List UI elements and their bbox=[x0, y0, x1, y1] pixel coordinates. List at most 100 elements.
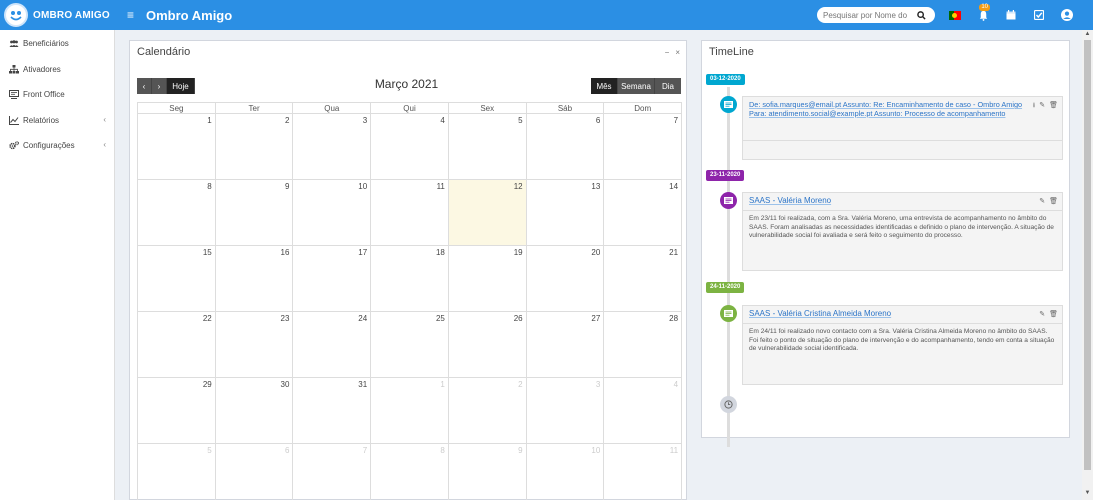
timeline-panel-title: TimeLine bbox=[709, 46, 754, 58]
calendar-day-cell[interactable]: 5 bbox=[448, 114, 527, 180]
collapse-icon[interactable]: − bbox=[665, 48, 670, 57]
calendar-weekday-header: Seg Ter Qua Qui Sex Sáb Dom bbox=[138, 103, 683, 114]
brand-name: OMBRO AMIGO bbox=[33, 9, 110, 21]
calendar-day-cell[interactable]: 2 bbox=[448, 378, 527, 444]
scrollbar-thumb[interactable] bbox=[1084, 40, 1091, 470]
sidebar-item-label: Ativadores bbox=[23, 64, 61, 74]
search-icon[interactable] bbox=[915, 9, 927, 21]
sidebar-item-front-office[interactable]: Front Office bbox=[0, 82, 114, 108]
calendar-day-cell[interactable]: 17 bbox=[293, 246, 372, 312]
calendar-day-cell[interactable]: 18 bbox=[371, 246, 449, 312]
close-icon[interactable]: × bbox=[675, 48, 680, 57]
scroll-up-icon[interactable]: ▲ bbox=[1084, 31, 1091, 38]
calendar-day-cell[interactable]: 23 bbox=[215, 312, 294, 378]
calendar-day-cell[interactable]: 8 bbox=[138, 180, 216, 246]
delete-icon[interactable]: 🗑 bbox=[1049, 197, 1058, 205]
notification-badge: 10 bbox=[979, 4, 990, 11]
view-day-button[interactable]: Dia bbox=[655, 78, 681, 94]
calendar-day-cell[interactable]: 9 bbox=[449, 444, 527, 500]
timeline-item-body: Em 23/11 foi realizada, com a Sra. Valér… bbox=[749, 215, 1054, 239]
delete-icon[interactable]: 🗑 bbox=[1049, 101, 1058, 110]
sidebar: Beneficiários Ativadores Front Office Re… bbox=[0, 30, 115, 500]
edit-icon[interactable]: ✎ bbox=[1039, 197, 1045, 205]
view-month-button[interactable]: Mês bbox=[591, 78, 618, 94]
calendar-day-cell[interactable]: 10 bbox=[293, 180, 372, 246]
sidebar-item-relatorios[interactable]: Relatórios ‹ bbox=[0, 108, 114, 134]
calendar-day-cell[interactable]: 3 bbox=[293, 114, 372, 180]
calendar-day-cell[interactable]: 11 bbox=[604, 444, 683, 500]
document-icon bbox=[720, 305, 737, 322]
calendar-day-cell[interactable]: 30 bbox=[215, 378, 294, 444]
calendar-day-cell[interactable]: 15 bbox=[138, 246, 216, 312]
download-icon[interactable]: ⭳ bbox=[1033, 101, 1035, 110]
calendar-day-cell[interactable]: 11 bbox=[371, 180, 449, 246]
calendar-day-cell[interactable]: 12 bbox=[448, 180, 527, 246]
page-scrollbar[interactable]: ▲ ▼ bbox=[1082, 30, 1093, 500]
sidebar-item-beneficiarios[interactable]: Beneficiários bbox=[0, 31, 114, 57]
language-flag-icon[interactable] bbox=[947, 7, 963, 23]
timeline-item-title[interactable]: De: sofia.marques@email.pt Assunto: Re: … bbox=[749, 100, 1022, 109]
calendar-day-cell[interactable]: 1 bbox=[371, 378, 449, 444]
timeline-item-tools: ✎ 🗑 bbox=[1039, 197, 1058, 205]
calendar-day-cell[interactable]: 13 bbox=[526, 180, 605, 246]
chart-icon bbox=[9, 115, 19, 125]
calendar-day-cell[interactable]: 6 bbox=[216, 444, 294, 500]
weekday-label: Dom bbox=[604, 103, 683, 114]
edit-icon[interactable]: ✎ bbox=[1039, 310, 1045, 318]
timeline-item-body: Em 24/11 foi realizado novo contacto com… bbox=[749, 328, 1055, 352]
calendar-day-cell[interactable]: 2 bbox=[215, 114, 294, 180]
calendar-day-cell[interactable]: 27 bbox=[526, 312, 605, 378]
calendar-day-cell[interactable]: 16 bbox=[215, 246, 294, 312]
calendar-day-cell[interactable]: 1 bbox=[138, 114, 216, 180]
calendar-day-cell[interactable]: 4 bbox=[371, 114, 449, 180]
calendar-day-cell[interactable]: 28 bbox=[604, 312, 683, 378]
calendar-day-cell[interactable]: 6 bbox=[526, 114, 605, 180]
calendar-icon[interactable] bbox=[1003, 7, 1019, 23]
weekday-label: Qui bbox=[371, 103, 449, 114]
chevron-left-icon: ‹ bbox=[103, 114, 106, 124]
weekday-label: Qua bbox=[293, 103, 372, 114]
sidebar-item-ativadores[interactable]: Ativadores bbox=[0, 57, 114, 83]
calendar-day-cell[interactable]: 7 bbox=[604, 114, 683, 180]
scroll-down-icon[interactable]: ▼ bbox=[1084, 490, 1091, 497]
calendar-day-cell[interactable]: 9 bbox=[215, 180, 294, 246]
timeline-item-title[interactable]: SAAS - Valéria Cristina Almeida Moreno bbox=[749, 309, 891, 318]
calendar-day-cell[interactable]: 29 bbox=[138, 378, 216, 444]
delete-icon[interactable]: 🗑 bbox=[1049, 310, 1058, 318]
calendar-day-cell[interactable]: 14 bbox=[604, 180, 683, 246]
user-avatar-icon[interactable] bbox=[1059, 7, 1075, 23]
sidebar-item-configuracoes[interactable]: Configurações ‹ bbox=[0, 133, 114, 159]
weekday-label: Seg bbox=[138, 103, 216, 114]
calendar-week-row: 8 9 10 11 12 13 14 bbox=[138, 180, 683, 246]
view-week-button[interactable]: Semana bbox=[618, 78, 655, 94]
timeline-item-title[interactable]: SAAS - Valéria Moreno bbox=[749, 196, 831, 205]
tasks-check-icon[interactable] bbox=[1031, 7, 1047, 23]
timeline-date-label: 03-12-2020 bbox=[706, 74, 745, 85]
calendar-day-cell[interactable]: 20 bbox=[526, 246, 605, 312]
desk-icon bbox=[9, 90, 19, 100]
calendar-day-cell[interactable]: 21 bbox=[604, 246, 683, 312]
notifications-bell-icon[interactable]: 10 bbox=[975, 4, 991, 23]
sidebar-item-label: Beneficiários bbox=[23, 39, 69, 49]
calendar-day-cell[interactable]: 31 bbox=[293, 378, 372, 444]
weekday-label: Sex bbox=[448, 103, 527, 114]
calendar-day-cell[interactable]: 19 bbox=[448, 246, 527, 312]
edit-icon[interactable]: ✎ bbox=[1039, 101, 1045, 110]
calendar-day-cell[interactable]: 3 bbox=[526, 378, 605, 444]
timeline-item-title-line2[interactable]: Para: atendimento.social@example.pt Assu… bbox=[749, 109, 1005, 118]
chevron-left-icon: ‹ bbox=[103, 140, 106, 149]
calendar-day-cell[interactable]: 24 bbox=[293, 312, 372, 378]
calendar-body: 1 2 3 4 5 6 7 8 9 10 11 12 13 14 15 16 17 18 19 20 21 22 23 24 2… bbox=[138, 114, 683, 500]
calendar-day-cell[interactable]: 26 bbox=[448, 312, 527, 378]
calendar-day-cell[interactable]: 25 bbox=[371, 312, 449, 378]
menu-toggle-icon[interactable]: ≡ bbox=[127, 8, 139, 22]
calendar-day-cell[interactable]: 8 bbox=[371, 444, 449, 500]
calendar-day-cell[interactable]: 5 bbox=[138, 444, 216, 500]
calendar-week-row: 1234567 bbox=[138, 114, 683, 180]
calendar-day-cell[interactable]: 22 bbox=[138, 312, 216, 378]
calendar-day-cell[interactable]: 7 bbox=[293, 444, 372, 500]
calendar-day-cell[interactable]: 4 bbox=[604, 378, 683, 444]
search-input[interactable] bbox=[823, 10, 915, 20]
calendar-day-cell[interactable]: 10 bbox=[527, 444, 605, 500]
brand[interactable]: OMBRO AMIGO bbox=[0, 0, 115, 30]
